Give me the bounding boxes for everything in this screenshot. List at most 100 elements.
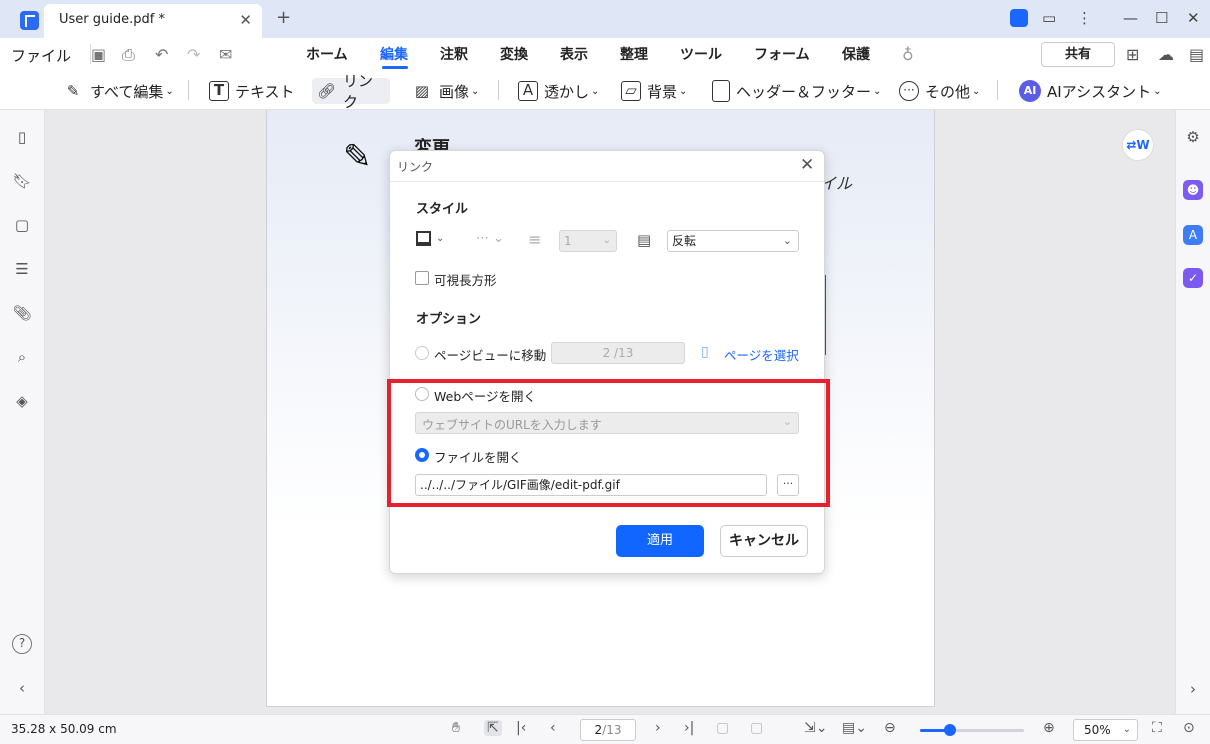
menu-convert[interactable]: 変換	[500, 44, 528, 64]
divider	[188, 80, 189, 100]
zoom-slider-handle[interactable]	[944, 724, 956, 736]
active-menu-indicator	[382, 66, 408, 69]
image-button[interactable]: ▨ 画像 ⌄	[407, 78, 483, 104]
menu-form[interactable]: フォーム	[754, 44, 810, 64]
web-page-radio[interactable]	[415, 387, 429, 401]
watermark-icon: A	[518, 81, 538, 101]
file-path-input[interactable]: ../../../ファイル/GIF画像/edit-pdf.gif	[415, 474, 767, 496]
zoom-in-icon[interactable]: ⊕	[1043, 720, 1055, 736]
status-menu-icon[interactable]: ⊙	[1183, 720, 1195, 736]
maximize-icon[interactable]: ☐	[1155, 9, 1168, 27]
menu-comment[interactable]: 注釈	[440, 44, 468, 64]
menu-organize[interactable]: 整理	[620, 44, 648, 64]
fullscreen-icon[interactable]: ⛶	[1152, 720, 1162, 736]
fit-select-icon[interactable]: ⇲⌄	[804, 720, 827, 736]
highlight-mode-value: 反転	[672, 234, 697, 248]
feedback-icon[interactable]: ▭	[1042, 9, 1056, 27]
menu-tools[interactable]: ツール	[680, 44, 722, 64]
dialog-close-icon[interactable]: ✕	[800, 155, 814, 175]
comment-icon[interactable]: ▢	[12, 216, 32, 236]
file-menu[interactable]: ファイル	[11, 45, 71, 66]
hand-tool-icon[interactable]: ✋︎	[452, 720, 460, 736]
last-page-icon[interactable]: ›|	[684, 720, 694, 736]
select-tool-icon[interactable]: ⇱	[484, 720, 502, 736]
new-tab-icon[interactable]: +	[276, 7, 291, 28]
apply-button[interactable]: 適用	[616, 525, 704, 557]
bookmark-icon[interactable]: 🔖︎	[12, 172, 32, 192]
link-button[interactable]: 🔗︎ リンク	[312, 72, 390, 111]
highlight-mode-select[interactable]: 反転 ⌄	[667, 230, 799, 252]
zoom-out-icon[interactable]: ⊖	[884, 720, 896, 736]
page-number-field[interactable]: 2/13	[580, 719, 636, 741]
page-view-radio[interactable]	[415, 346, 429, 360]
document-tab[interactable]: User guide.pdf * ✕	[44, 4, 262, 38]
menu-edit[interactable]: 編集	[380, 44, 408, 64]
web-page-label: Webページを開く	[434, 389, 537, 404]
undo-icon[interactable]: ↶	[155, 45, 168, 64]
visible-rect-checkbox[interactable]	[415, 271, 429, 285]
tips-bulb-icon[interactable]: ♁	[902, 45, 914, 64]
collapse-left-icon[interactable]: ‹	[12, 679, 32, 699]
menu-protect[interactable]: 保護	[842, 44, 870, 64]
network-icon[interactable]: ⊞	[1126, 45, 1139, 64]
minimize-icon[interactable]: —	[1123, 9, 1138, 27]
rotate-right-icon[interactable]: ▢	[750, 720, 763, 736]
more-icon[interactable]: ⋮	[1077, 9, 1092, 27]
properties-sliders-icon[interactable]: ⚙	[1183, 127, 1203, 147]
chevron-down-icon: ⌄	[471, 85, 480, 97]
other-button[interactable]: ··· その他 ⌄	[895, 78, 984, 104]
layers-icon[interactable]: ◈	[12, 392, 32, 412]
attachment-icon[interactable]: 📎︎	[12, 304, 32, 324]
mail-icon[interactable]: ✉	[219, 45, 232, 64]
ai-robot-icon[interactable]: ☻	[1183, 180, 1203, 200]
header-footer-button[interactable]: ヘッダー＆フッター ⌄	[708, 78, 885, 104]
edit-all-button[interactable]: ✎ すべて編集 ⌄	[58, 78, 178, 104]
border-color-picker[interactable]: ⌄	[416, 231, 444, 246]
save-icon[interactable]: ▣	[91, 45, 106, 64]
next-page-icon[interactable]: ›	[655, 720, 661, 736]
account-icon[interactable]	[1010, 9, 1028, 27]
page-layout-icon[interactable]: ▤⌄	[842, 720, 867, 736]
open-file-label: ファイルを開く	[434, 450, 522, 465]
search-icon[interactable]: ⌕	[12, 348, 32, 368]
chevron-down-icon: ⌄	[602, 235, 611, 246]
background-label: 背景	[647, 82, 678, 101]
translate-a-icon[interactable]: A	[1183, 225, 1203, 245]
cancel-button[interactable]: キャンセル	[720, 525, 808, 557]
layers-list-icon[interactable]: ☰	[12, 260, 32, 280]
close-window-icon[interactable]: ✕	[1187, 9, 1200, 27]
first-page-icon[interactable]: |‹	[516, 720, 526, 736]
menu-home[interactable]: ホーム	[306, 44, 348, 64]
collapse-right-icon[interactable]: ›	[1183, 679, 1203, 699]
close-tab-icon[interactable]: ✕	[239, 11, 252, 29]
border-color-icon	[416, 231, 431, 246]
image-label: 画像	[439, 82, 470, 101]
background-button[interactable]: ▱ 背景 ⌄	[617, 78, 691, 104]
task-check-icon[interactable]: ✓	[1183, 268, 1203, 288]
page-thumbnail-icon[interactable]: ▯	[12, 128, 32, 148]
panel-icon[interactable]: ▤	[1189, 45, 1204, 64]
line-width-icon: ≡	[528, 230, 542, 249]
translate-icon[interactable]: ⇄W	[1122, 129, 1154, 161]
prev-page-icon[interactable]: ‹	[550, 720, 556, 736]
help-icon[interactable]: ?	[12, 634, 32, 654]
open-file-radio[interactable]	[415, 448, 429, 462]
rotate-left-icon[interactable]: ▢	[716, 720, 729, 736]
text-button[interactable]: T テキスト	[205, 78, 299, 104]
share-button[interactable]: 共有	[1041, 42, 1115, 67]
ai-assistant-button[interactable]: AI AIアシスタント ⌄	[1015, 78, 1165, 104]
redo-icon[interactable]: ↷	[187, 45, 200, 64]
dialog-title: リンク	[397, 160, 434, 174]
upload-cloud-icon[interactable]: ☁	[1158, 45, 1174, 64]
line-style-picker[interactable]: ⋯ ⌄	[476, 231, 504, 246]
line-width-select[interactable]: 1 ⌄	[559, 230, 617, 252]
select-page-link[interactable]: ページを選択	[724, 345, 799, 364]
print-icon[interactable]: ⎙	[122, 45, 135, 65]
browse-file-button[interactable]: ···	[777, 474, 799, 496]
watermark-button[interactable]: A 透かし ⌄	[514, 78, 603, 104]
page-number-input[interactable]: 2 /13	[551, 342, 685, 364]
zoom-select[interactable]: 50% ⌄	[1073, 719, 1138, 741]
url-input[interactable]: ウェブサイトのURLを入力します ⌄	[415, 412, 799, 434]
ai-icon: AI	[1019, 80, 1041, 102]
menu-view[interactable]: 表示	[560, 44, 588, 64]
